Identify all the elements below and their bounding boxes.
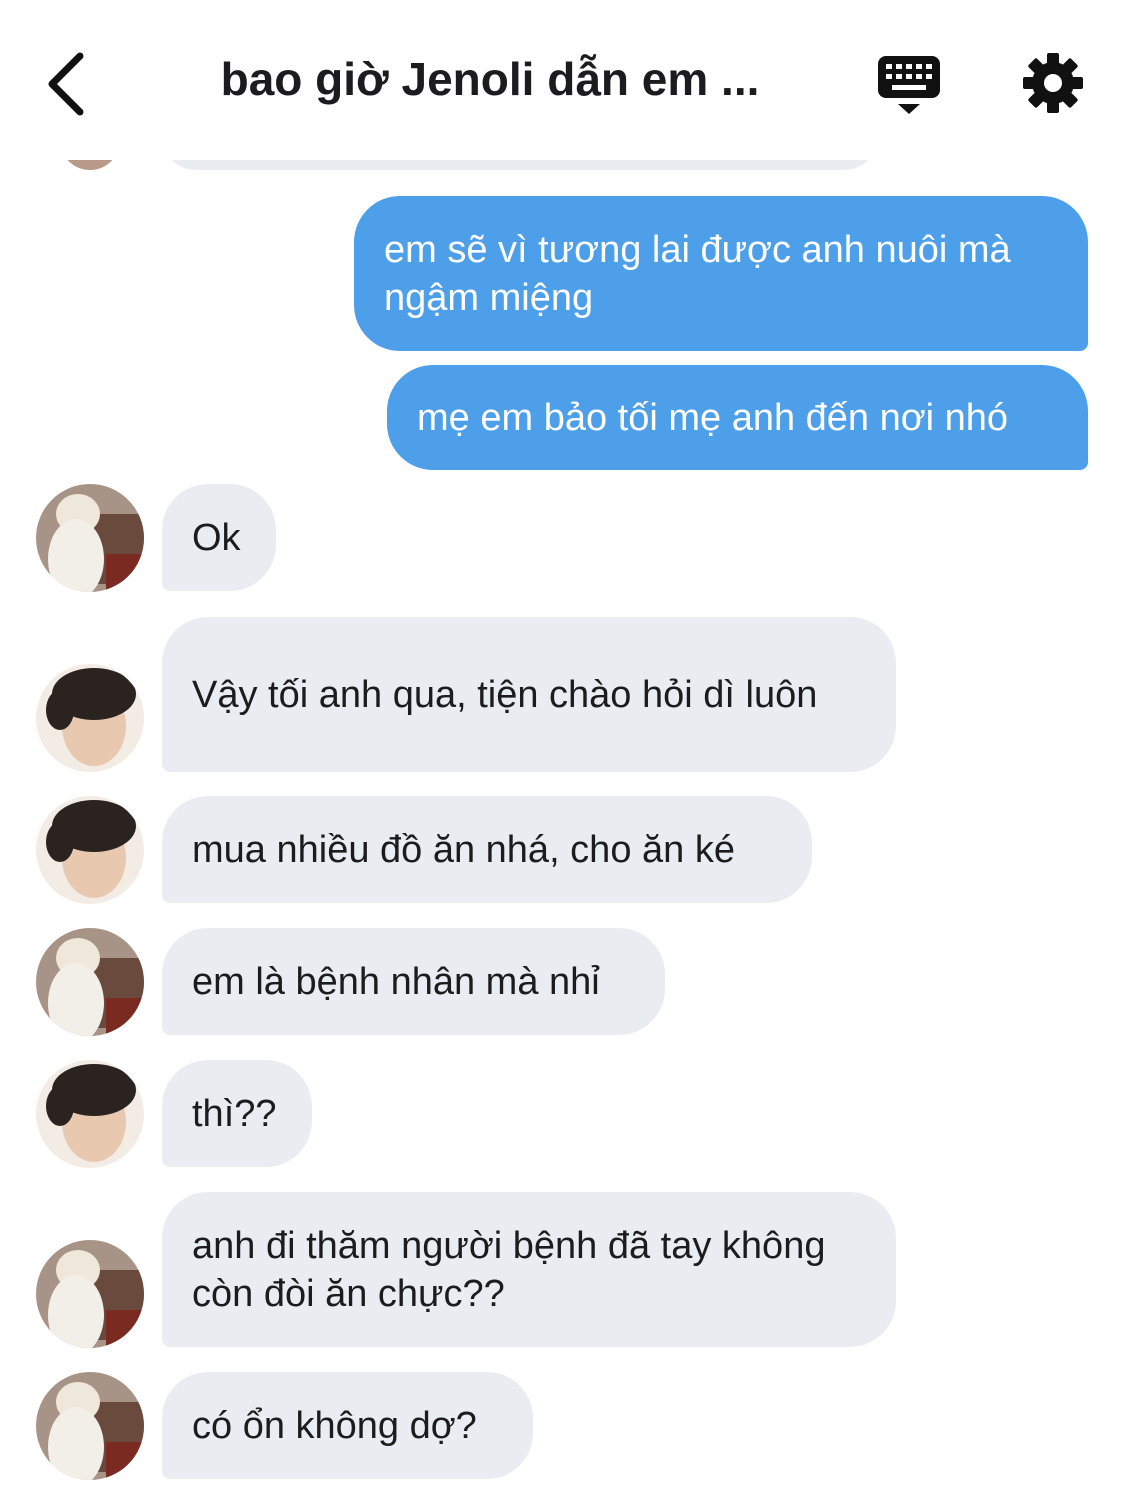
message-bubble-incoming[interactable]: Vậy tối anh qua, tiện chào hỏi dì luôn — [162, 617, 896, 772]
message-bubble-outgoing[interactable]: em sẽ vì tương lai được anh nuôi mà ngậm… — [354, 196, 1088, 351]
chat-header: bao giờ Jenoli dẫn em ... — [0, 0, 1125, 160]
message-bubble-incoming[interactable]: thì?? — [162, 1060, 312, 1167]
keyboard-icon — [878, 56, 940, 114]
avatar[interactable] — [36, 664, 144, 772]
message-text: Vậy tối anh qua, tiện chào hỏi dì luôn — [192, 673, 818, 716]
avatar[interactable] — [36, 1372, 144, 1480]
avatar-dark-hair-icon — [36, 664, 144, 772]
gear-icon — [1023, 53, 1083, 113]
back-button[interactable] — [40, 48, 100, 120]
message-bubble-outgoing[interactable]: mẹ em bảo tối mẹ anh đến nơi nhó — [387, 365, 1088, 470]
message-text: có ổn không dợ? — [192, 1404, 477, 1447]
message-text: em sẽ vì tương lai được anh nuôi mà ngậm… — [384, 228, 1011, 319]
avatar-blond-icon — [36, 1372, 144, 1480]
message-bubble-incoming[interactable]: mua nhiều đồ ăn nhá, cho ăn ké — [162, 796, 812, 903]
settings-button[interactable] — [1022, 52, 1084, 114]
message-text: thì?? — [192, 1092, 277, 1135]
keyboard-button[interactable] — [876, 52, 942, 118]
avatar[interactable] — [36, 484, 144, 592]
message-text: mua nhiều đồ ăn nhá, cho ăn ké — [192, 828, 735, 871]
avatar[interactable] — [36, 1240, 144, 1348]
conversation-title[interactable]: bao giờ Jenoli dẫn em ... — [200, 52, 780, 106]
message-text: Ok — [192, 516, 241, 559]
message-bubble-incoming[interactable]: em là bệnh nhân mà nhỉ — [162, 928, 665, 1035]
message-bubble-incoming[interactable]: anh đi thăm người bệnh đã tay không còn … — [162, 1192, 896, 1347]
avatar-blond-icon — [36, 928, 144, 1036]
avatar-dark-hair-icon — [36, 1060, 144, 1168]
message-bubble-incoming[interactable]: có ổn không dợ? — [162, 1372, 533, 1479]
message-text: em là bệnh nhân mà nhỉ — [192, 960, 600, 1003]
avatar[interactable] — [36, 796, 144, 904]
avatar[interactable] — [36, 928, 144, 1036]
chevron-left-icon — [48, 52, 84, 116]
message-text: mẹ em bảo tối mẹ anh đến nơi nhó — [417, 396, 1009, 439]
message-text: anh đi thăm người bệnh đã tay không còn … — [192, 1224, 826, 1315]
avatar-dark-hair-icon — [36, 796, 144, 904]
avatar-blond-icon — [36, 484, 144, 592]
avatar[interactable] — [36, 1060, 144, 1168]
avatar-blond-icon — [36, 1240, 144, 1348]
message-bubble-incoming[interactable]: Ok — [162, 484, 276, 591]
